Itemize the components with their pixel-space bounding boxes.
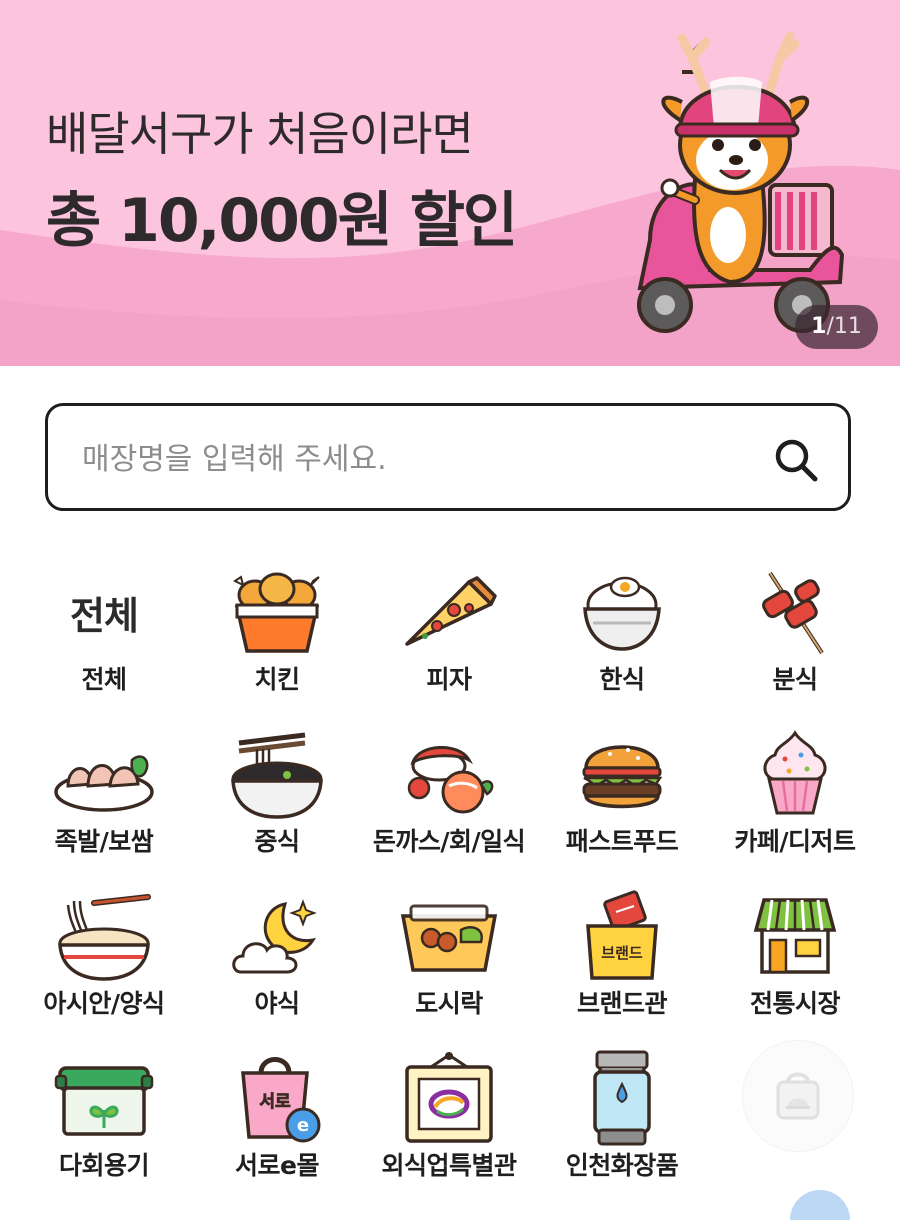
category-label: 족발/보쌈: [54, 827, 154, 856]
lunchbox-icon: [400, 904, 498, 972]
category-all[interactable]: 전체 전체: [14, 548, 194, 708]
cosmetics-bottle-icon: [593, 1050, 651, 1146]
deer-scooter-mascot-icon: [637, 31, 845, 333]
market-store-icon: [753, 898, 837, 974]
category-traditional-market[interactable]: 전통시장: [705, 872, 885, 1032]
category-label: 돈까스/회/일식: [372, 827, 526, 856]
cupcake-icon: [763, 730, 827, 815]
brand-bag-icon: 브랜드: [586, 890, 658, 980]
rice-bowl-icon: [583, 576, 661, 651]
category-incheon-cosmetics[interactable]: 인천화장품: [532, 1034, 712, 1194]
category-chinese[interactable]: 중식: [187, 710, 367, 870]
store-search-box[interactable]: [45, 403, 851, 511]
category-label: 다회용기: [58, 1151, 150, 1180]
category-asian-western[interactable]: 아시안/양식: [14, 872, 194, 1032]
category-label: 분식: [772, 665, 818, 694]
category-label: 아시안/양식: [43, 989, 165, 1018]
sushi-icon: [407, 746, 494, 814]
floating-order-button[interactable]: [742, 1040, 854, 1152]
category-label: 피자: [426, 665, 472, 694]
framed-logo-icon: [405, 1052, 493, 1143]
category-jokbal-bossam[interactable]: 족발/보쌈: [14, 710, 194, 870]
category-label: 외식업특별관: [381, 1151, 517, 1180]
category-label: 한식: [599, 665, 645, 694]
category-dining-special[interactable]: 외식업특별관: [359, 1034, 539, 1194]
category-label: 중식: [254, 827, 300, 856]
scroll-top-button-edge[interactable]: [790, 1190, 850, 1220]
banner-page-indicator: 1/11: [795, 305, 878, 349]
pasta-bowl-icon: [58, 894, 151, 981]
seoro-bag-label: 서로: [259, 1092, 291, 1112]
page-total: /11: [826, 314, 862, 339]
category-lunchbox[interactable]: 도시락: [359, 872, 539, 1032]
category-japanese[interactable]: 돈까스/회/일식: [359, 710, 539, 870]
category-pizza[interactable]: 피자: [359, 548, 539, 708]
category-seoro-emall[interactable]: 서로 e 서로e몰: [187, 1034, 367, 1194]
all-text-icon: 전체: [70, 593, 139, 638]
banner-headline: 배달서구가 처음이라면: [46, 107, 474, 161]
reusable-container-icon: [54, 1066, 154, 1136]
brand-bag-label: 브랜드: [601, 944, 643, 962]
pork-plate-icon: [54, 755, 154, 812]
category-cafe-dessert[interactable]: 카페/디저트: [705, 710, 885, 870]
pizza-slice-icon: [405, 576, 497, 646]
skewer-icon: [762, 571, 824, 655]
category-label: 야식: [254, 989, 300, 1018]
category-fastfood[interactable]: 패스트푸드: [532, 710, 712, 870]
category-label: 서로e몰: [235, 1151, 319, 1180]
page-current: 1: [811, 314, 827, 339]
category-label: 치킨: [254, 665, 300, 694]
e-badge-label: e: [297, 1115, 309, 1136]
category-label: 카페/디저트: [734, 827, 856, 856]
noodle-bowl-icon: [231, 732, 323, 819]
category-label: 인천화장품: [565, 1151, 679, 1180]
store-search-input[interactable]: [80, 432, 744, 486]
promo-banner[interactable]: 배달서구가 처음이라면 총 10,000원 할인 1/11: [0, 0, 900, 366]
category-label: 패스트푸드: [565, 827, 679, 856]
category-snack[interactable]: 분식: [705, 548, 885, 708]
search-icon[interactable]: [772, 436, 820, 484]
moon-cloud-icon: [232, 899, 317, 974]
delivery-bag-icon: [776, 1072, 820, 1120]
shopping-bag-icon: 서로 e: [241, 1057, 321, 1143]
category-label: 전통시장: [749, 989, 841, 1018]
category-late-night[interactable]: 야식: [187, 872, 367, 1032]
burger-icon: [582, 745, 663, 809]
category-reusable-container[interactable]: 다회용기: [14, 1034, 194, 1194]
banner-discount-title: 총 10,000원 할인: [46, 186, 518, 256]
category-label: 브랜드관: [576, 989, 668, 1018]
category-label: 전체: [81, 665, 127, 694]
chicken-bucket-icon: [233, 572, 320, 653]
category-chicken[interactable]: 치킨: [187, 548, 367, 708]
category-label: 도시락: [415, 989, 483, 1018]
category-korean[interactable]: 한식: [532, 548, 712, 708]
category-brand[interactable]: 브랜드 브랜드관: [532, 872, 712, 1032]
